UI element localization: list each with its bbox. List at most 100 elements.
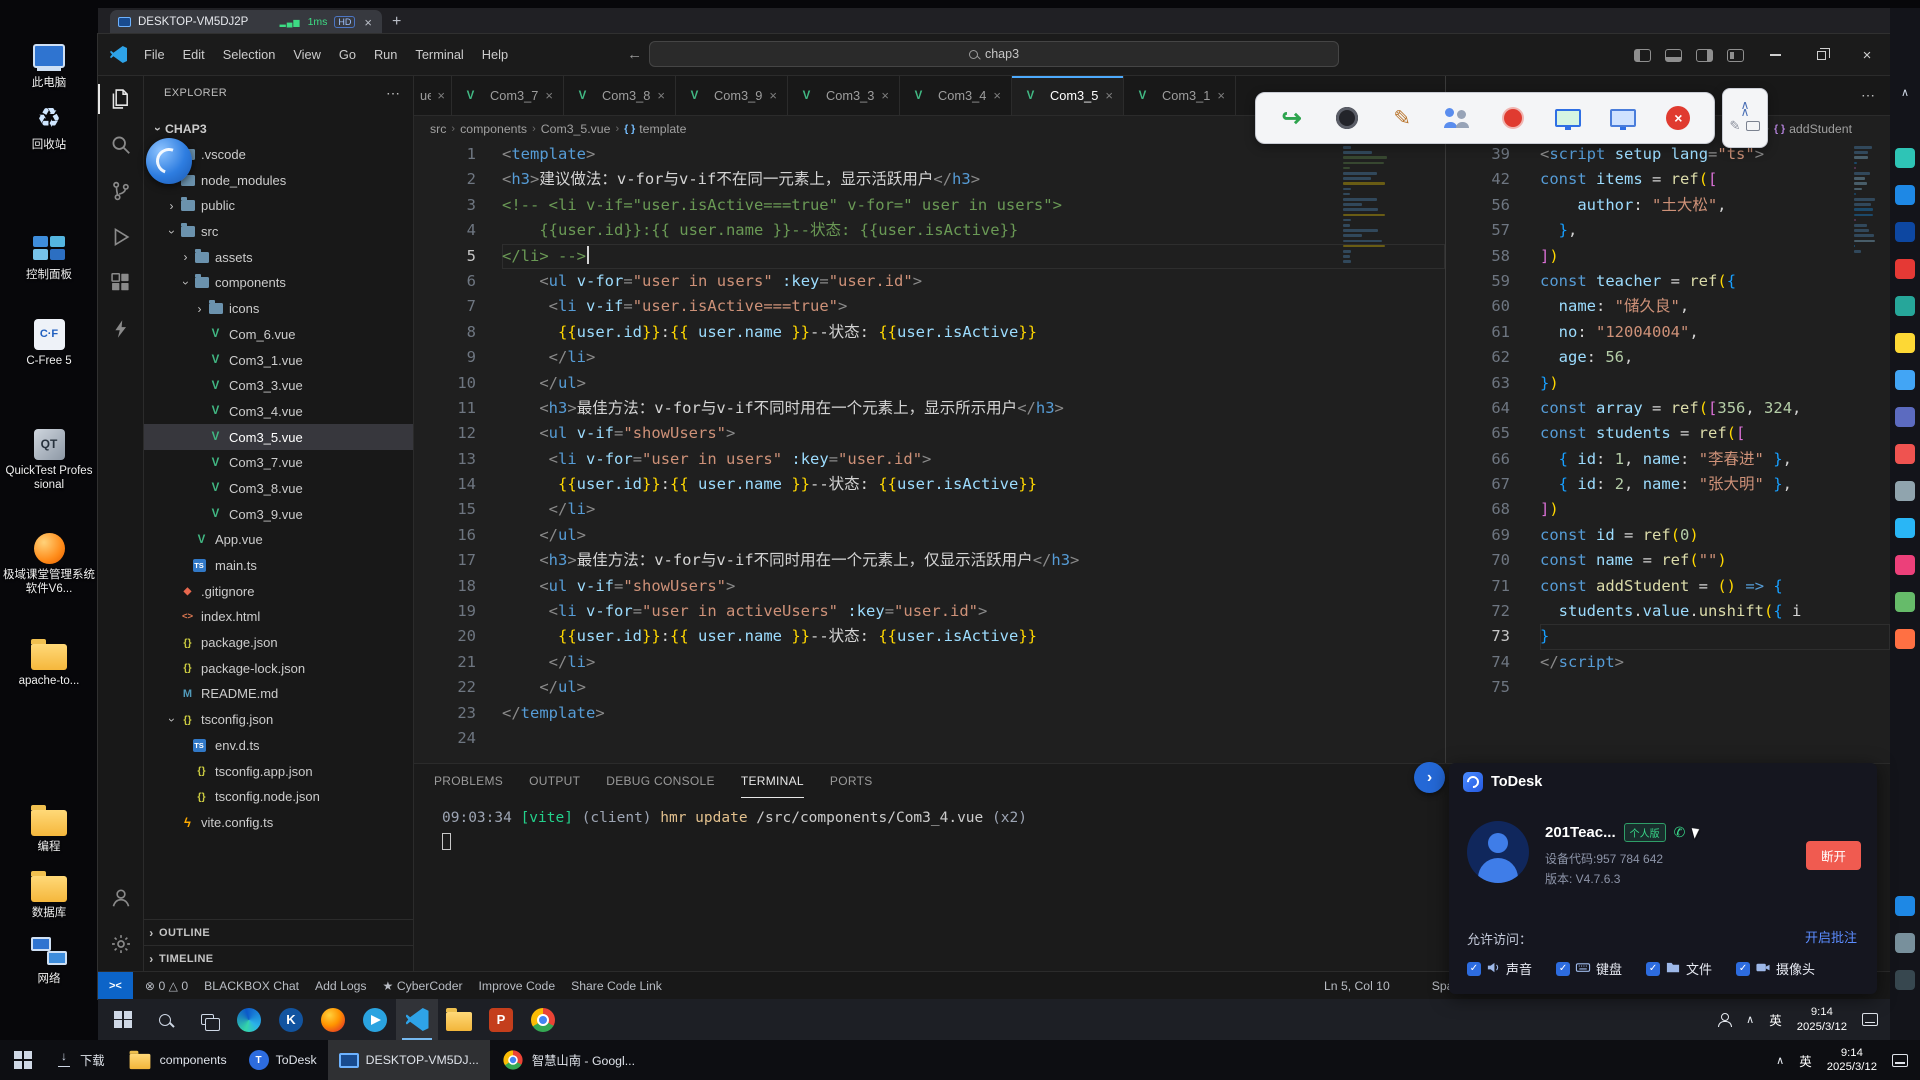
customize-layout-icon[interactable] (1727, 49, 1744, 62)
panel-tab-problems[interactable]: PROBLEMS (434, 764, 503, 798)
code-line[interactable]: <script setup lang="ts"> (1540, 142, 1890, 167)
outline-section[interactable]: OUTLINE (144, 919, 413, 945)
minimap[interactable] (1341, 142, 1390, 763)
dock-icon[interactable] (1895, 444, 1915, 464)
command-center-search[interactable]: chap3 (649, 41, 1339, 67)
taskbar-start-icon[interactable] (102, 999, 144, 1040)
code-line[interactable]: } (1540, 624, 1890, 649)
blackbox-launch-button[interactable]: › (1414, 762, 1445, 793)
taskbar-task-view-icon[interactable] (186, 999, 228, 1040)
new-tab-button[interactable]: + (392, 13, 401, 31)
code-line[interactable]: <ul v-if="showUsers"> (502, 574, 1445, 599)
code-line[interactable]: }) (1540, 371, 1890, 396)
pen-icon[interactable]: ✎ (1385, 101, 1419, 135)
menu-view[interactable]: View (284, 34, 330, 75)
breadcrumb-item[interactable]: components (460, 122, 527, 136)
screen-green-icon[interactable] (1551, 101, 1585, 135)
desktop-icon-network[interactable]: 网络 (2, 934, 96, 987)
dock-icon[interactable] (1895, 185, 1915, 205)
dock-icon[interactable] (1895, 933, 1915, 953)
source-control-icon[interactable] (98, 168, 143, 214)
taskbar-firefox-icon[interactable] (312, 999, 354, 1040)
code-line[interactable] (1540, 675, 1890, 700)
explorer-item-com3_1.vue[interactable]: VCom3_1.vue (144, 347, 413, 373)
checkbox-checked[interactable]: ✓ (1736, 962, 1750, 976)
explorer-item-.gitignore[interactable]: ◆.gitignore (144, 578, 413, 604)
minimize-button[interactable] (1752, 34, 1798, 76)
enable-annotation-link[interactable]: 开启批注 (1805, 927, 1857, 946)
tab-close-icon[interactable]: × (545, 88, 553, 103)
toggle-panel-icon[interactable] (1665, 49, 1682, 62)
code-line[interactable]: <li v-for="user in users" :key="user.id"… (502, 447, 1445, 472)
explorer-item-com3_3.vue[interactable]: VCom3_3.vue (144, 373, 413, 399)
code-line[interactable]: {{user.id}}:{{ user.name }}--状态: {{user.… (502, 624, 1445, 649)
code-line[interactable]: <ul v-for="user in users" :key="user.id"… (502, 269, 1445, 294)
dock-icon[interactable] (1895, 518, 1915, 538)
remote-session-tab[interactable]: DESKTOP-VM5DJ2P ▂▄▆ 1ms HD × (110, 10, 382, 34)
taskbar-item-download[interactable]: 下载 (46, 1040, 116, 1080)
screen-blue-icon[interactable] (1606, 101, 1640, 135)
nav-back-icon[interactable]: ← (627, 46, 642, 63)
screen-mini-icon[interactable] (1746, 121, 1760, 131)
code-line[interactable]: const addStudent = () => { (1540, 574, 1890, 599)
dock-icon[interactable] (1895, 592, 1915, 612)
explorer-item-com3_8.vue[interactable]: VCom3_8.vue (144, 476, 413, 502)
explorer-item-env.d.ts[interactable]: TSenv.d.ts (144, 733, 413, 759)
tab-close-icon[interactable]: × (1217, 88, 1225, 103)
code-line[interactable]: {{user.id}}:{{ user.name }}--状态: {{user.… (502, 320, 1445, 345)
editor-tab-com3_8.vue[interactable]: VCom3_8.vue× (564, 76, 676, 115)
editor-actions-more-icon[interactable]: ⋯ (1861, 87, 1890, 104)
taskbar-item-remote[interactable]: DESKTOP-VM5DJ... (328, 1040, 490, 1080)
desktop-icon-jiyu[interactable]: 极域课堂管理系统软件V6... (2, 530, 96, 597)
editor-tab-com3_9.vue[interactable]: VCom3_9.vue× (676, 76, 788, 115)
dock-icon[interactable] (1895, 148, 1915, 168)
start-button[interactable] (0, 1040, 46, 1080)
explorer-icon[interactable] (98, 76, 143, 122)
explorer-item-index.html[interactable]: <>index.html (144, 604, 413, 630)
code-line[interactable]: const array = ref([356, 324, (1540, 396, 1890, 421)
desktop-icon-folder[interactable]: 编程 (2, 802, 96, 855)
timeline-section[interactable]: TIMELINE (144, 945, 413, 971)
notification-icon[interactable] (1862, 1013, 1878, 1026)
code-line[interactable]: {{user.id}}:{{ user.name }}--状态: {{user.… (502, 218, 1445, 243)
taskbar-item-todesk[interactable]: TToDesk (238, 1040, 328, 1080)
breadcrumb-item[interactable]: addStudent (1789, 122, 1852, 136)
taskbar-telegram-icon[interactable] (354, 999, 396, 1040)
desktop-icon-panel[interactable]: 控制面板 (2, 230, 96, 283)
code-line[interactable]: </li> (502, 650, 1445, 675)
code-line[interactable]: <template> (502, 142, 1445, 167)
menu-terminal[interactable]: Terminal (406, 34, 472, 75)
explorer-item-icons[interactable]: icons (144, 296, 413, 322)
dock-icon[interactable] (1895, 370, 1915, 390)
participants-icon[interactable] (1440, 101, 1474, 135)
menu-edit[interactable]: Edit (174, 34, 214, 75)
code-line[interactable]: <!-- <li v-if="user.isActive===true" v-f… (502, 193, 1445, 218)
explorer-item-com3_5.vue[interactable]: VCom3_5.vue (144, 424, 413, 450)
panel-tab-output[interactable]: OUTPUT (529, 764, 580, 798)
taskbar-k-icon[interactable]: K (270, 999, 312, 1040)
ime-indicator[interactable]: 英 (1769, 1010, 1782, 1029)
restore-button[interactable] (1798, 34, 1844, 76)
record-icon[interactable] (1496, 101, 1530, 135)
breadcrumb-item[interactable]: template (639, 122, 686, 136)
status-item[interactable]: Share Code Link (563, 979, 670, 993)
tab-close-icon[interactable]: × (993, 88, 1001, 103)
checkbox-checked[interactable]: ✓ (1646, 962, 1660, 976)
taskbar-item-folder[interactable]: components (116, 1040, 238, 1080)
desktop-icon-folder[interactable]: 数据库 (2, 868, 96, 921)
taskbar-search-icon[interactable] (144, 999, 186, 1040)
people-icon[interactable] (1717, 1013, 1731, 1027)
close-icon[interactable]: × (1661, 101, 1695, 135)
code-editor[interactable]: <script setup lang="ts">const items = re… (1540, 142, 1890, 763)
checkbox-checked[interactable]: ✓ (1467, 962, 1481, 976)
explorer-item-chap3[interactable]: CHAP3 (144, 116, 413, 142)
explorer-more-icon[interactable]: ⋯ (386, 85, 401, 102)
code-line[interactable]: }, (1540, 218, 1890, 243)
taskbar-chrome-icon[interactable] (522, 999, 564, 1040)
code-line[interactable]: { id: 2, name: "张大明" }, (1540, 472, 1890, 497)
code-line[interactable]: <h3>建议做法：v-for与v-if不在同一元素上，显示活跃用户</h3> (502, 167, 1445, 192)
status-item[interactable]: BLACKBOX Chat (196, 979, 307, 993)
pen-mini-icon[interactable]: ✎ (1730, 118, 1741, 134)
status-item[interactable]: ⊗ 0 △ 0 (137, 979, 196, 993)
checkbox-checked[interactable]: ✓ (1556, 962, 1570, 976)
